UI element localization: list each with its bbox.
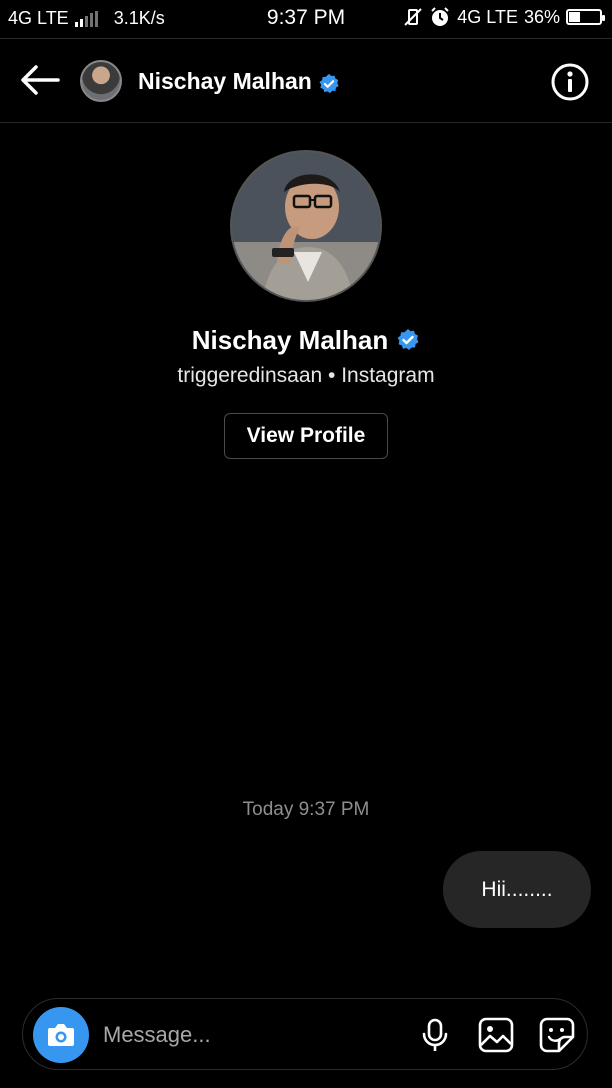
battery-percent: 36%	[523, 6, 560, 27]
profile-photo	[232, 152, 380, 300]
sticker-icon[interactable]	[537, 1015, 577, 1055]
status-right: 4G LTE 36%	[403, 6, 605, 28]
profile-avatar[interactable]	[230, 150, 382, 302]
verified-badge-icon	[397, 329, 419, 350]
gallery-icon[interactable]	[476, 1015, 516, 1055]
profile-name: Nischay Malhan	[0, 325, 612, 356]
vibrate-off-icon	[404, 8, 422, 26]
network-label-right: 4G LTE	[457, 6, 518, 27]
verified-badge-icon	[319, 73, 339, 94]
profile-name-text: Nischay Malhan	[191, 325, 389, 355]
microphone-icon[interactable]	[415, 1015, 455, 1055]
camera-button[interactable]	[33, 1007, 89, 1063]
view-profile-button[interactable]: View Profile	[224, 413, 388, 459]
alarm-icon	[431, 7, 449, 26]
profile-subtitle: triggeredinsaan • Instagram	[177, 364, 435, 387]
message-composer	[22, 998, 588, 1070]
chat-header: Nischay Malhan	[0, 40, 612, 123]
arrow-left-icon[interactable]	[18, 62, 62, 98]
message-timestamp: Today 9:37 PM	[242, 799, 370, 820]
camera-icon	[48, 1024, 74, 1046]
message-input[interactable]	[101, 1013, 405, 1057]
status-bar: 4G LTE 3.1K/s 9:37 PM 4G LTE 36%	[0, 0, 612, 38]
battery-icon	[566, 9, 605, 25]
avatar[interactable]	[80, 60, 122, 102]
info-icon[interactable]	[550, 62, 590, 102]
message-bubble-sent[interactable]: Hii........	[443, 851, 591, 928]
header-username[interactable]: Nischay Malhan	[138, 68, 312, 95]
